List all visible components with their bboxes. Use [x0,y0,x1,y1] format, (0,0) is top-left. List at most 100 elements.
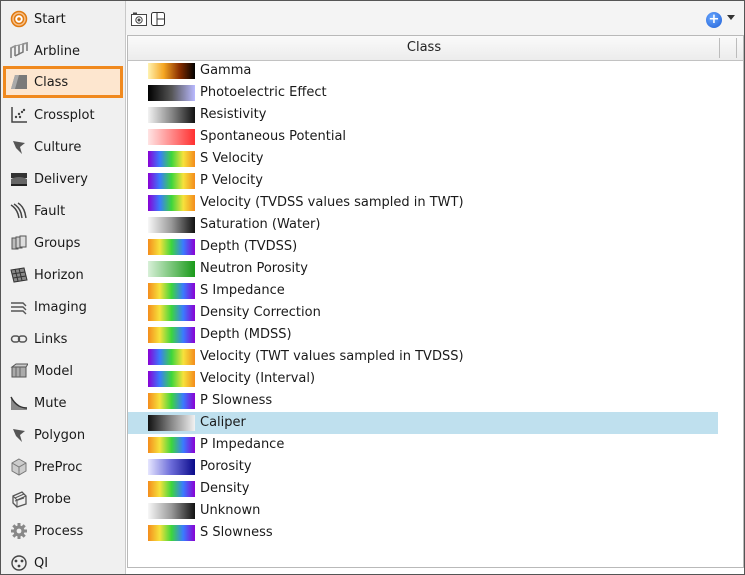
color-ramp-swatch [148,173,195,189]
list-item[interactable]: S Impedance [128,280,718,302]
color-ramp-swatch [148,261,195,277]
color-ramp-swatch [148,217,195,233]
list-item-label: P Impedance [200,437,285,452]
list-item[interactable]: Velocity (TWT values sampled in TVDSS) [128,346,718,368]
sidebar-item-label: Culture [34,139,82,155]
list-item[interactable]: Density [128,478,718,500]
fault-icon [10,202,28,220]
list-item-label: Gamma [200,63,252,78]
color-ramp-swatch [148,283,195,299]
crossplot-icon [10,106,28,124]
list-item-label: Neutron Porosity [200,261,308,276]
list-item-label: Density Correction [200,305,321,320]
list-item[interactable]: Density Correction [128,302,718,324]
toolbar: + [126,1,744,35]
sidebar-item-fault[interactable]: Fault [3,196,123,226]
color-ramp-swatch [148,63,195,79]
list-item[interactable]: Caliper [128,412,718,434]
sidebar-item-delivery[interactable]: Delivery [3,164,123,194]
list-item[interactable]: Velocity (TVDSS values sampled in TWT) [128,192,718,214]
list-item[interactable]: Neutron Porosity [128,258,718,280]
list-item[interactable]: Spontaneous Potential [128,126,718,148]
sidebar-item-mute[interactable]: Mute [3,388,123,418]
color-ramp-swatch [148,151,195,167]
list-item[interactable]: S Slowness [128,522,718,544]
list-item-label: Caliper [200,415,246,430]
color-ramp-swatch [148,393,195,409]
list-item-label: Depth (TVDSS) [200,239,298,254]
list-item[interactable]: Photoelectric Effect [128,82,718,104]
probe-icon [10,490,28,508]
list-item-label: Depth (MDSS) [200,327,292,342]
sidebar-item-label: Polygon [34,427,86,443]
sidebar-item-label: Fault [34,203,66,219]
plus-circle-icon[interactable]: + [706,12,722,28]
list-item[interactable]: Depth (MDSS) [128,324,718,346]
sidebar-item-label: Model [34,363,74,379]
sidebar-item-culture[interactable]: Culture [3,132,123,162]
sidebar-item-label: Arbline [34,43,80,59]
sidebar-item-preproc[interactable]: PreProc [3,452,123,482]
list-item[interactable]: P Slowness [128,390,718,412]
arbline-icon [10,42,28,60]
list-header[interactable]: Class [128,36,743,61]
sidebar-item-model[interactable]: Model [3,356,123,386]
color-ramp-swatch [148,129,195,145]
sidebar-item-links[interactable]: Links [3,324,123,354]
sidebar-item-class[interactable]: Class [3,66,123,98]
sidebar-item-process[interactable]: Process [3,516,123,546]
class-icon [10,73,28,91]
header-divider [719,38,720,58]
list-item[interactable]: Depth (TVDSS) [128,236,718,258]
sidebar: Start Arbline Class Crossplot Culture Deliver… [1,1,126,574]
list-item[interactable]: Velocity (Interval) [128,368,718,390]
sidebar-item-label: Horizon [34,267,84,283]
delivery-icon [10,170,28,188]
list-item-label: Saturation (Water) [200,217,321,232]
sidebar-item-label: Probe [34,491,71,507]
sidebar-item-polygon[interactable]: Polygon [3,420,123,450]
color-ramp-swatch [148,85,195,101]
sidebar-item-crossplot[interactable]: Crossplot [3,100,123,130]
sidebar-item-start[interactable]: Start [3,4,123,34]
list-item-label: Velocity (TWT values sampled in TVDSS) [200,349,464,364]
color-ramp-swatch [148,371,195,387]
list-item-label: Spontaneous Potential [200,129,347,144]
sidebar-item-label: Class [34,74,69,90]
sidebar-item-label: PreProc [34,459,83,475]
camera-icon[interactable] [131,12,147,30]
list-item[interactable]: S Velocity [128,148,718,170]
column-header-class[interactable]: Class [128,40,720,55]
panel-bottom-border [127,567,744,568]
list-item[interactable]: P Impedance [128,434,718,456]
sidebar-item-imaging[interactable]: Imaging [3,292,123,322]
culture-icon [10,138,28,156]
sidebar-item-probe[interactable]: Probe [3,484,123,514]
list-item-label: Velocity (Interval) [200,371,316,386]
list-item-label: S Slowness [200,525,273,540]
color-ramp-swatch [148,239,195,255]
sidebar-item-label: Mute [34,395,67,411]
list-item-label: Resistivity [200,107,267,122]
qi-icon [10,554,28,572]
sidebar-item-horizon[interactable]: Horizon [3,260,123,290]
list-item[interactable]: Gamma [128,60,718,82]
layout-icon[interactable] [151,12,165,30]
list-item[interactable]: Porosity [128,456,718,478]
list-item[interactable]: Saturation (Water) [128,214,718,236]
chevron-down-icon[interactable] [727,15,735,20]
list-item-label: S Velocity [200,151,264,166]
sidebar-item-arbline[interactable]: Arbline [3,36,123,66]
target-icon [10,10,28,28]
list-item[interactable]: Resistivity [128,104,718,126]
list-item[interactable]: P Velocity [128,170,718,192]
sidebar-item-groups[interactable]: Groups [3,228,123,258]
imaging-icon [10,298,28,316]
gear-icon [10,522,28,540]
color-ramp-swatch [148,415,195,431]
color-ramp-swatch [148,503,195,519]
sidebar-item-qi[interactable]: QI [3,548,123,574]
list-item-label: P Slowness [200,393,273,408]
sidebar-item-label: QI [34,555,49,571]
list-item[interactable]: Unknown [128,500,718,522]
